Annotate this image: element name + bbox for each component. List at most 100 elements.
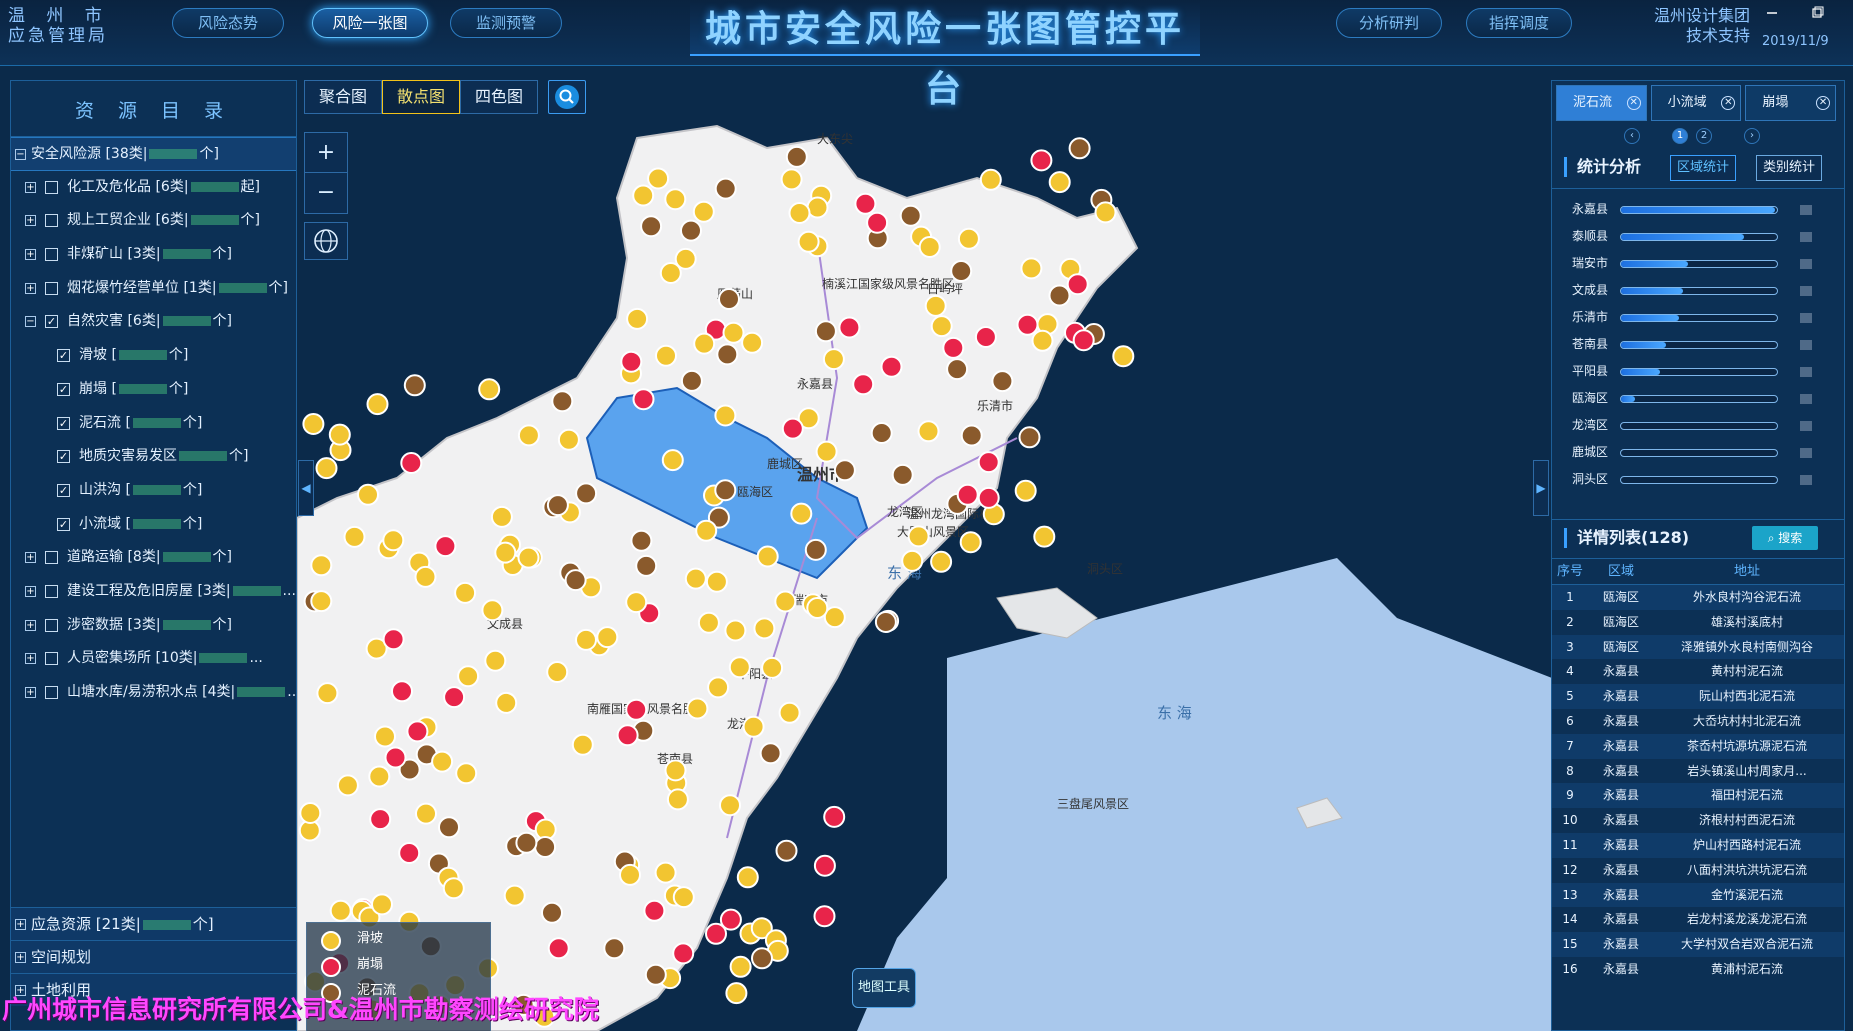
slide-marker[interactable] xyxy=(742,715,765,738)
tree-item[interactable]: − 安全风险源 [38类| 个] xyxy=(11,137,296,171)
tree-item[interactable]: ✓ 地质灾害易发区 个] xyxy=(11,440,296,474)
slide-marker[interactable] xyxy=(503,884,526,907)
slide-marker[interactable] xyxy=(596,626,619,649)
tree-checkbox[interactable] xyxy=(45,652,58,666)
list-row[interactable]: 11 永嘉县 炉山村西路村泥石流 xyxy=(1552,832,1844,858)
list-row[interactable]: 5 永嘉县 阮山村西北泥石流 xyxy=(1552,684,1844,709)
slide-marker[interactable] xyxy=(1048,171,1071,194)
tree-item[interactable]: ✓ 滑坡 [个] xyxy=(11,339,296,373)
slide-marker[interactable] xyxy=(517,546,540,569)
list-row[interactable]: 13 永嘉县 金竹溪泥石流 xyxy=(1552,882,1844,908)
slide-marker[interactable] xyxy=(557,428,580,451)
tree-item[interactable]: + 规上工贸企业 [6类| 个] xyxy=(11,204,296,238)
list-row[interactable]: 6 永嘉县 大岙坑村村北泥石流 xyxy=(1552,709,1844,734)
debris-flow-marker[interactable] xyxy=(759,742,782,765)
debris-flow-marker[interactable] xyxy=(644,963,667,986)
slide-marker[interactable] xyxy=(753,617,776,640)
collapse-marker[interactable] xyxy=(838,316,861,339)
collapse-marker[interactable] xyxy=(1030,149,1053,172)
slide-marker[interactable] xyxy=(415,802,437,825)
list-row[interactable]: 3 瓯海区 泽雅镇外水良村南侧沟谷 xyxy=(1552,634,1844,660)
tree-checkbox[interactable] xyxy=(45,180,58,194)
debris-flow-marker[interactable] xyxy=(1018,426,1041,449)
tree-checkbox[interactable]: ✓ xyxy=(57,483,70,497)
slide-marker[interactable] xyxy=(957,227,980,250)
debris-flow-marker[interactable] xyxy=(899,204,922,227)
tree-checkbox[interactable] xyxy=(45,618,58,632)
slide-marker[interactable] xyxy=(654,861,677,884)
slide-marker[interactable] xyxy=(336,774,359,797)
slide-marker[interactable] xyxy=(797,230,820,253)
debris-flow-marker[interactable] xyxy=(716,343,739,366)
close-icon[interactable]: ✕ xyxy=(1816,96,1831,110)
debris-flow-marker[interactable] xyxy=(833,459,856,482)
tree-item[interactable]: + 人员密集场所 [10类|... xyxy=(11,642,296,676)
slide-marker[interactable] xyxy=(357,483,379,506)
debris-flow-marker[interactable] xyxy=(546,494,569,517)
slide-marker[interactable] xyxy=(368,765,391,788)
slide-marker[interactable] xyxy=(714,404,737,427)
slide-marker[interactable] xyxy=(959,531,982,554)
expand-icon[interactable]: + xyxy=(25,585,36,597)
debris-flow-marker[interactable] xyxy=(804,538,827,561)
slide-marker[interactable] xyxy=(299,802,322,824)
tab-debris-flow[interactable]: 泥石流 ✕ xyxy=(1556,85,1647,121)
tree-checkbox[interactable]: ✓ xyxy=(57,349,70,363)
slide-marker[interactable] xyxy=(575,628,597,651)
slide-marker[interactable] xyxy=(907,525,930,548)
debris-flow-marker[interactable] xyxy=(534,836,557,858)
slide-marker[interactable] xyxy=(626,307,649,330)
slide-marker[interactable] xyxy=(664,759,687,782)
slide-marker[interactable] xyxy=(728,656,751,679)
collapse-right-arrow[interactable]: ▶ xyxy=(1533,460,1549,516)
expand-icon[interactable]: + xyxy=(25,653,36,665)
pager-next-icon[interactable]: › xyxy=(1744,128,1760,144)
list-row[interactable]: 9 永嘉县 福田村泥石流 xyxy=(1552,783,1844,809)
slide-marker[interactable] xyxy=(806,597,829,619)
slide-marker[interactable] xyxy=(647,167,670,190)
slide-marker[interactable] xyxy=(316,682,339,705)
tree-item[interactable]: + 非煤矿山 [3类| 个] xyxy=(11,238,296,272)
tree-checkbox[interactable] xyxy=(45,248,58,262)
tree-checkbox[interactable]: ✓ xyxy=(45,315,58,329)
map-tools-button[interactable]: 地图工具 xyxy=(852,968,916,1008)
collapse-marker[interactable] xyxy=(719,908,742,931)
tree-checkbox[interactable]: ✓ xyxy=(57,450,70,464)
expand-icon[interactable]: + xyxy=(25,249,36,261)
collapse-marker[interactable] xyxy=(632,388,655,411)
collapse-marker[interactable] xyxy=(382,628,405,651)
tree-item[interactable]: + 道路运输 [8类| 个] xyxy=(11,541,296,575)
collapse-marker[interactable] xyxy=(406,720,429,743)
tree-item[interactable]: − ✓ 自然灾害 [6类| 个] xyxy=(11,305,296,339)
tree-item[interactable]: + 建设工程及危旧房屋 [3类|... xyxy=(11,575,296,609)
collapse-marker[interactable] xyxy=(974,326,997,348)
slide-marker[interactable] xyxy=(490,505,513,528)
debris-flow-marker[interactable] xyxy=(751,947,773,970)
expand-icon[interactable]: + xyxy=(25,687,36,698)
debris-flow-marker[interactable] xyxy=(1048,284,1071,307)
basemap-button[interactable] xyxy=(304,222,348,260)
tree-checkbox[interactable] xyxy=(45,551,58,565)
debris-flow-marker[interactable] xyxy=(541,901,563,924)
slide-marker[interactable] xyxy=(546,661,569,683)
slide-marker[interactable] xyxy=(414,565,437,588)
slide-marker[interactable] xyxy=(790,502,813,525)
slide-marker[interactable] xyxy=(454,581,477,604)
map-search-button[interactable] xyxy=(548,80,586,114)
slide-marker[interactable] xyxy=(328,423,351,446)
debris-flow-marker[interactable] xyxy=(403,374,426,397)
slide-marker[interactable] xyxy=(774,590,797,613)
collapse-marker[interactable] xyxy=(369,808,392,831)
collapse-marker[interactable] xyxy=(854,192,877,215)
slide-marker[interactable] xyxy=(672,886,695,909)
slide-marker[interactable] xyxy=(659,262,682,284)
collapse-icon[interactable]: − xyxy=(25,316,36,328)
slide-marker[interactable] xyxy=(517,424,540,447)
list-row[interactable]: 16 永嘉县 黄浦村泥石流 xyxy=(1552,957,1844,982)
collapse-marker[interactable] xyxy=(443,686,466,709)
collapse-left-arrow[interactable]: ◀ xyxy=(298,460,314,516)
tree-item[interactable]: + 涉密数据 [3类| 个] xyxy=(11,609,296,643)
slide-marker[interactable] xyxy=(736,866,759,889)
debris-flow-marker[interactable] xyxy=(960,424,983,447)
slide-marker[interactable] xyxy=(756,545,779,568)
